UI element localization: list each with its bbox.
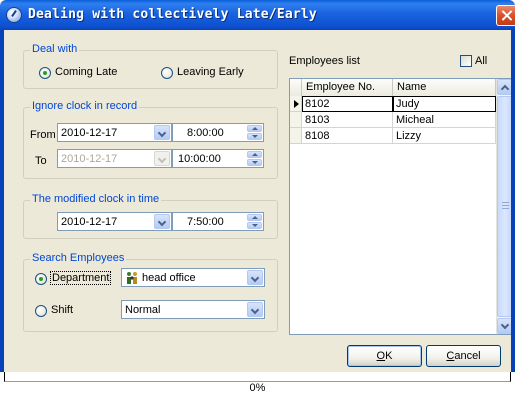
department-icon bbox=[126, 271, 138, 285]
vertical-scrollbar[interactable] bbox=[496, 79, 513, 334]
time-spin-buttons[interactable] bbox=[247, 214, 262, 229]
grip-line bbox=[502, 205, 509, 206]
column-name[interactable]: Name bbox=[393, 79, 496, 96]
leaving-early-radio[interactable] bbox=[161, 67, 173, 79]
table-row[interactable]: 8103 Micheal bbox=[290, 112, 496, 128]
coming-late-radio[interactable] bbox=[39, 67, 51, 79]
cell-name[interactable]: Lizzy bbox=[393, 128, 496, 144]
to-time-spinner[interactable]: 10:00:00 bbox=[172, 149, 264, 168]
chevron-down-icon[interactable] bbox=[247, 302, 263, 317]
from-date-picker[interactable]: 2010-12-17 bbox=[57, 123, 172, 142]
department-label[interactable]: Department bbox=[49, 271, 112, 285]
to-date-value: 2010-12-17 bbox=[61, 153, 118, 165]
cancel-label: ancel bbox=[454, 350, 481, 362]
deal-with-group: Deal with Coming Late Leaving Early bbox=[23, 43, 278, 89]
scroll-thumb[interactable] bbox=[497, 96, 513, 317]
shift-label[interactable]: Shift bbox=[51, 304, 73, 316]
from-time-spinner[interactable]: 8:00:00 bbox=[172, 123, 264, 142]
cancel-button[interactable]: Cancel bbox=[426, 345, 501, 367]
grip-line bbox=[502, 208, 509, 209]
to-label: To bbox=[35, 155, 47, 167]
scroll-down-icon[interactable] bbox=[497, 318, 513, 334]
deal-with-title: Deal with bbox=[30, 43, 80, 55]
coming-late-label[interactable]: Coming Late bbox=[55, 66, 117, 78]
table-row[interactable]: 8108 Lizzy bbox=[290, 128, 496, 144]
chevron-down-icon[interactable] bbox=[247, 270, 263, 285]
window-title: Dealing with collectively Late/Early bbox=[28, 7, 317, 22]
row-indicator-cell bbox=[290, 96, 302, 112]
cell-employee-no[interactable]: 8102 bbox=[302, 96, 393, 112]
modified-time-value: 7:50:00 bbox=[187, 216, 224, 228]
ignore-clock-group: Ignore clock in record From 2010-12-17 8… bbox=[23, 100, 278, 179]
spin-down-icon[interactable] bbox=[247, 133, 262, 140]
scroll-up-icon[interactable] bbox=[497, 79, 513, 95]
window-app-icon bbox=[6, 7, 22, 23]
department-value: head office bbox=[142, 272, 196, 284]
to-time-value: 10:00:00 bbox=[178, 153, 221, 165]
progress-bar bbox=[4, 372, 511, 382]
from-time-value: 8:00:00 bbox=[187, 127, 224, 139]
cell-name[interactable]: Micheal bbox=[393, 112, 496, 128]
cell-name[interactable]: Judy bbox=[393, 96, 496, 112]
ignore-clock-title: Ignore clock in record bbox=[30, 100, 140, 112]
cell-employee-no[interactable]: 8103 bbox=[302, 112, 393, 128]
modified-time-spinner[interactable]: 7:50:00 bbox=[172, 212, 264, 231]
title-bar: Dealing with collectively Late/Early bbox=[0, 0, 515, 30]
close-icon[interactable] bbox=[496, 5, 515, 26]
header-indicator bbox=[290, 79, 302, 96]
modified-clock-group: The modified clock in time 2010-12-17 7:… bbox=[23, 193, 278, 239]
shift-value: Normal bbox=[125, 304, 161, 316]
ok-label: K bbox=[385, 350, 393, 362]
employees-list-label: Employees list bbox=[289, 55, 360, 67]
grip-line bbox=[502, 202, 509, 203]
chevron-down-icon[interactable] bbox=[154, 125, 170, 140]
ok-hotkey: O bbox=[376, 350, 386, 362]
chevron-down-icon[interactable] bbox=[154, 214, 170, 229]
row-pointer-icon bbox=[294, 100, 299, 108]
spin-up-icon[interactable] bbox=[247, 151, 262, 158]
all-checkbox[interactable] bbox=[460, 55, 472, 67]
time-spin-buttons[interactable] bbox=[247, 125, 262, 140]
all-label[interactable]: All bbox=[475, 55, 487, 67]
from-label: From bbox=[30, 129, 56, 141]
search-employees-group: Search Employees Department head office … bbox=[23, 252, 278, 332]
progress-text: 0% bbox=[249, 382, 266, 394]
spin-up-icon[interactable] bbox=[247, 125, 262, 132]
chevron-down-icon[interactable] bbox=[154, 151, 170, 166]
row-indicator-cell bbox=[290, 112, 302, 128]
grid-header: Employee No. Name bbox=[290, 79, 496, 96]
modified-clock-title: The modified clock in time bbox=[30, 193, 162, 205]
cell-employee-no[interactable]: 8108 bbox=[302, 128, 393, 144]
spin-down-icon[interactable] bbox=[247, 159, 262, 166]
column-employee-no[interactable]: Employee No. bbox=[302, 79, 393, 96]
time-spin-buttons[interactable] bbox=[247, 151, 262, 166]
search-employees-title: Search Employees bbox=[30, 252, 127, 264]
department-radio[interactable] bbox=[35, 273, 47, 285]
from-date-value: 2010-12-17 bbox=[61, 127, 118, 139]
modified-date-value: 2010-12-17 bbox=[61, 216, 118, 228]
table-row[interactable]: 8102 Judy bbox=[290, 96, 496, 112]
progress-area: 0% bbox=[0, 372, 515, 397]
spin-up-icon[interactable] bbox=[247, 214, 262, 221]
modified-date-picker[interactable]: 2010-12-17 bbox=[57, 212, 172, 231]
ok-button[interactable]: OK bbox=[347, 345, 422, 367]
spin-down-icon[interactable] bbox=[247, 222, 262, 229]
department-select[interactable]: head office bbox=[121, 268, 265, 287]
leaving-early-label[interactable]: Leaving Early bbox=[177, 66, 244, 78]
employees-grid[interactable]: Employee No. Name 8102 Judy 8103 Micheal… bbox=[289, 78, 513, 335]
row-indicator-cell bbox=[290, 128, 302, 144]
to-date-picker[interactable]: 2010-12-17 bbox=[57, 149, 172, 168]
shift-select[interactable]: Normal bbox=[121, 300, 265, 319]
shift-radio[interactable] bbox=[35, 305, 47, 317]
